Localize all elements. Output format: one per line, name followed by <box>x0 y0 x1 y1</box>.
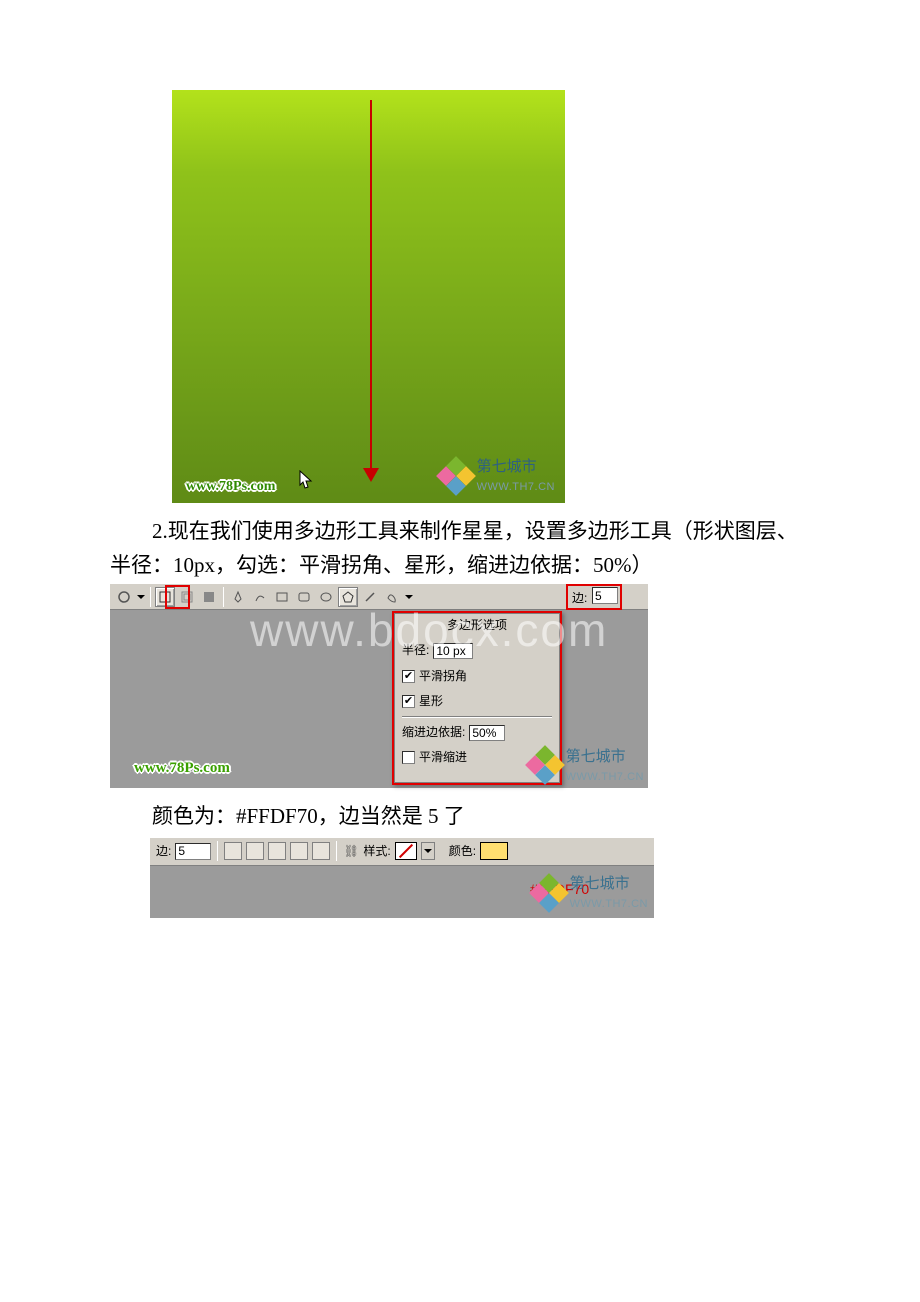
shape-layers-button[interactable] <box>155 587 175 607</box>
sides-input[interactable] <box>175 843 211 860</box>
geometry-options-dropdown[interactable] <box>404 587 414 607</box>
fill-pixels-button[interactable] <box>199 587 219 607</box>
toolbar-separator <box>223 587 224 607</box>
smooth-indent-label: 平滑缩进 <box>419 748 467 767</box>
gradient-arrow-head-icon <box>363 468 379 482</box>
cursor-icon <box>299 470 311 488</box>
watermark-78ps: www.78Ps.com <box>186 476 275 498</box>
watermark-78ps: www.78Ps.com <box>134 756 230 780</box>
polygon-tool-icon[interactable] <box>338 587 358 607</box>
rounded-rectangle-tool-icon[interactable] <box>294 587 314 607</box>
link-icon[interactable]: ⛓ <box>343 842 359 861</box>
color-swatch[interactable] <box>480 842 508 860</box>
options-bar: 边: ⛓ 样式: 颜色: <box>150 838 654 866</box>
sides-input[interactable] <box>592 587 618 604</box>
pathop-subtract-icon[interactable] <box>268 842 286 860</box>
smooth-corners-label: 平滑拐角 <box>419 667 467 686</box>
watermark-th7-en: WWW.TH7.CN <box>566 769 644 787</box>
style-dropdown[interactable] <box>421 842 435 860</box>
star-checkbox[interactable] <box>402 695 415 708</box>
paths-button[interactable] <box>177 587 197 607</box>
watermark-th7-en: WWW.TH7.CN <box>477 479 555 497</box>
watermark-th7-en: WWW.TH7.CN <box>570 896 648 914</box>
watermark-th7-cn: 第七城市 <box>477 455 555 479</box>
color-label: 颜色: <box>449 842 476 861</box>
indent-label: 缩进边依据: <box>402 723 465 742</box>
sides-label: 边: <box>156 842 171 861</box>
line-tool-icon[interactable] <box>360 587 380 607</box>
style-swatch[interactable] <box>395 842 417 860</box>
custom-shape-tool-icon[interactable] <box>382 587 402 607</box>
toolbar-separator <box>217 841 218 861</box>
step-2-text: 2.现在我们使用多边形工具来制作星星，设置多边形工具（形状图层、半径：10px，… <box>110 515 810 582</box>
pen-tool-icon[interactable] <box>228 587 248 607</box>
ellipse-tool-icon[interactable] <box>316 587 336 607</box>
star-label: 星形 <box>419 692 443 711</box>
toolbar-separator <box>336 841 337 861</box>
options-toolbar <box>110 584 648 610</box>
shape-preset-icon[interactable] <box>114 587 134 607</box>
watermark-th7-text: 第七城市 WWW.TH7.CN <box>477 455 555 497</box>
figure-green-gradient: www.78Ps.com 第七城市 WWW.TH7.CN <box>172 90 565 503</box>
radius-input[interactable] <box>433 643 473 659</box>
rectangle-tool-icon[interactable] <box>272 587 292 607</box>
pathop-intersect-icon[interactable] <box>290 842 308 860</box>
freeform-pen-icon[interactable] <box>250 587 270 607</box>
pathop-exclude-icon[interactable] <box>312 842 330 860</box>
pathop-add-icon[interactable] <box>246 842 264 860</box>
smooth-corners-checkbox[interactable] <box>402 670 415 683</box>
watermark-th7: 第七城市 WWW.TH7.CN <box>441 455 555 497</box>
sides-label: 边: <box>572 589 587 608</box>
th7-logo-icon <box>441 461 471 491</box>
radius-label: 半径: <box>402 641 429 660</box>
figure-color-bar: 边: ⛓ 样式: 颜色: #FFDF70 第七城市 WWW.TH7.CN <box>150 838 654 918</box>
gradient-arrow-line <box>370 100 372 470</box>
watermark-th7-cn: 第七城市 <box>566 745 644 769</box>
watermark-th7-cn: 第七城市 <box>570 872 648 896</box>
popup-title: 多边形选项 <box>394 613 560 638</box>
th7-logo-icon <box>534 878 564 908</box>
style-label: 样式: <box>363 842 390 861</box>
th7-logo-icon <box>530 750 560 780</box>
color-note-text: 颜色为：#FFDF70，边当然是 5 了 <box>110 800 810 834</box>
indent-input[interactable] <box>469 725 505 741</box>
watermark-th7: 第七城市 WWW.TH7.CN <box>534 872 648 914</box>
pathop-new-icon[interactable] <box>224 842 242 860</box>
watermark-th7: 第七城市 WWW.TH7.CN <box>530 745 644 787</box>
figure-polygon-options: 边: 多边形选项 半径: 平滑拐角 星形 缩进边依据: <box>110 584 648 788</box>
smooth-indent-checkbox[interactable] <box>402 751 415 764</box>
toolbar-separator <box>150 587 151 607</box>
shape-preset-dropdown[interactable] <box>136 587 146 607</box>
